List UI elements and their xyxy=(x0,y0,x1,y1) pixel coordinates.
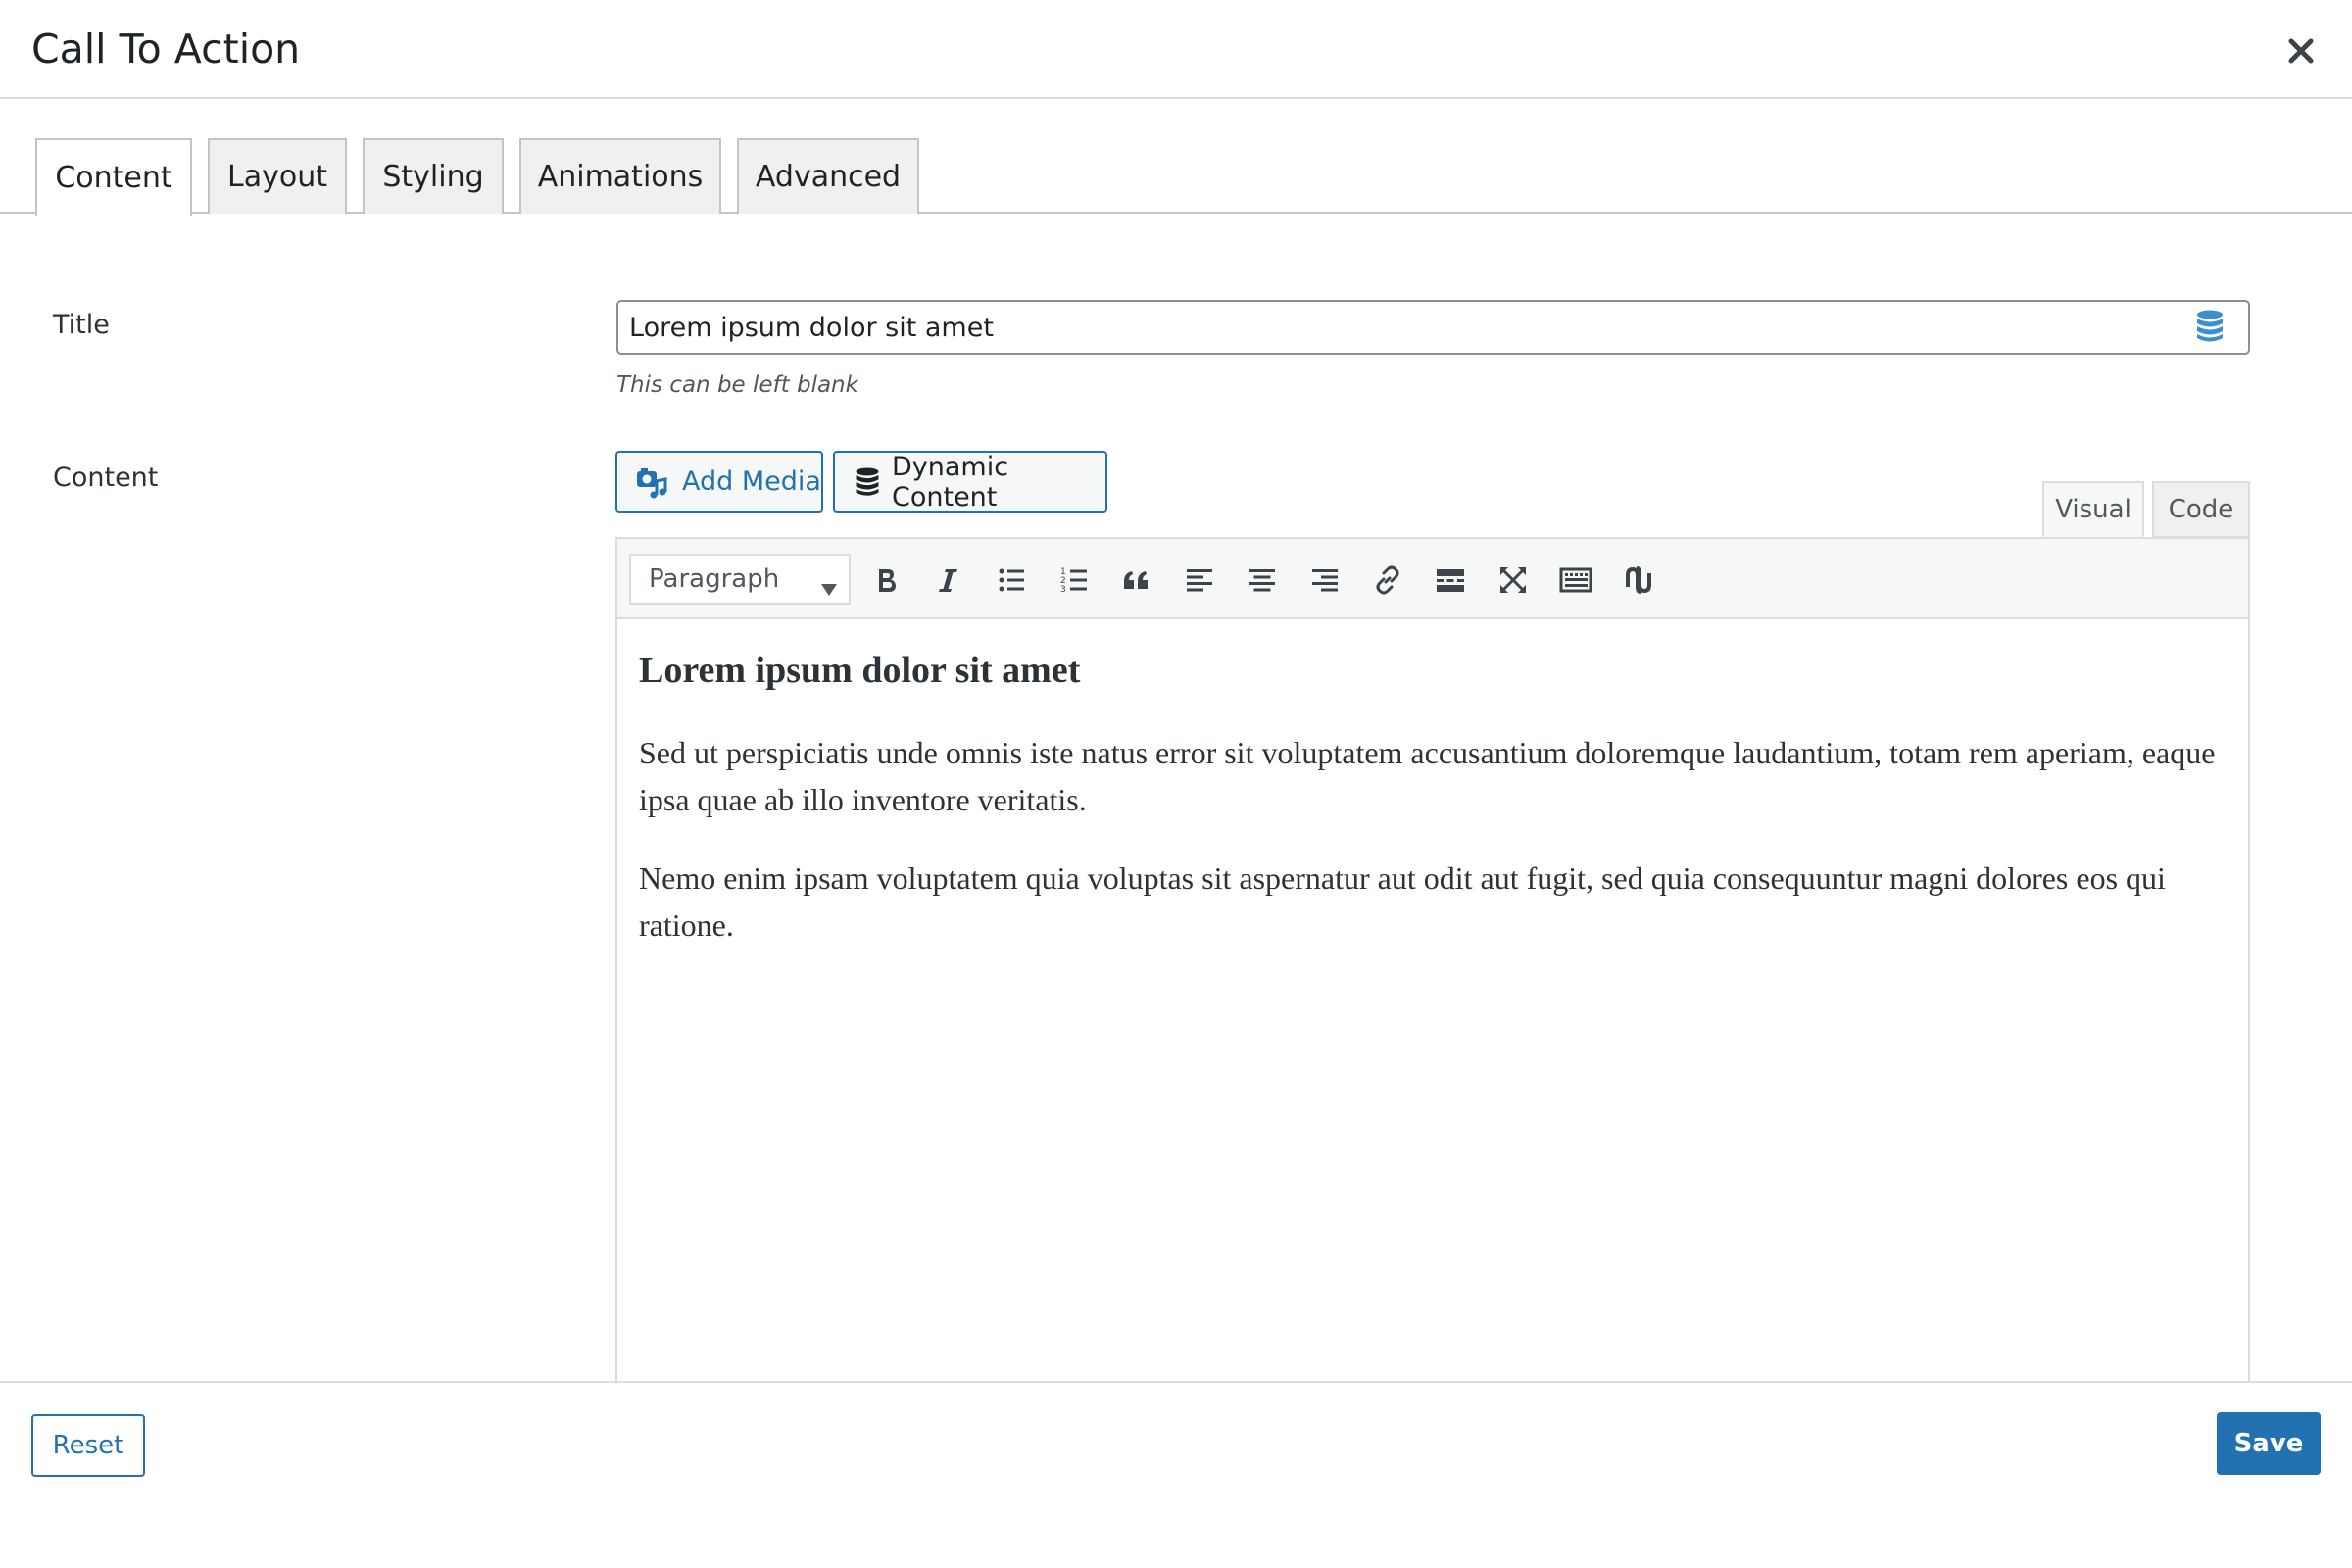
database-icon[interactable] xyxy=(2196,310,2224,343)
content-paragraph: Nemo enim ipsam voluptatem quia voluptas… xyxy=(639,860,2166,943)
editor-content[interactable]: Lorem ipsum dolor sit amet Sed ut perspi… xyxy=(639,649,2236,980)
tab-code[interactable]: Code xyxy=(2152,481,2250,538)
link-icon[interactable] xyxy=(1366,559,1409,602)
tab-advanced[interactable]: Advanced xyxy=(737,138,919,214)
tab-animations[interactable]: Animations xyxy=(519,138,721,214)
close-icon[interactable] xyxy=(2281,31,2321,71)
editor-toolbar: Paragraph 123 xyxy=(617,539,2248,619)
modal-title: Call To Action xyxy=(31,25,301,73)
tab-styling[interactable]: Styling xyxy=(363,138,504,214)
tab-content[interactable]: Content xyxy=(35,138,192,216)
read-more-icon[interactable] xyxy=(1429,559,1472,602)
shortcode-icon[interactable] xyxy=(1617,559,1660,602)
align-center-icon[interactable] xyxy=(1241,559,1284,602)
align-right-icon[interactable] xyxy=(1303,559,1347,602)
toolbar-toggle-icon[interactable] xyxy=(1554,559,1597,602)
tab-visual[interactable]: Visual xyxy=(2042,481,2144,538)
blockquote-icon[interactable] xyxy=(1115,559,1158,602)
svg-text:3: 3 xyxy=(1060,585,1066,595)
tab-layout[interactable]: Layout xyxy=(208,138,347,214)
content-heading: Lorem ipsum dolor sit amet xyxy=(639,650,1081,691)
bold-icon[interactable] xyxy=(864,559,907,602)
modal-footer: Reset Save xyxy=(0,1381,2352,1568)
title-label: Title xyxy=(53,310,110,340)
numbered-list-icon[interactable]: 123 xyxy=(1053,559,1096,602)
title-input-value: Lorem ipsum dolor sit amet xyxy=(629,312,994,343)
italic-icon[interactable] xyxy=(927,559,970,602)
add-media-icon xyxy=(635,466,668,499)
align-left-icon[interactable] xyxy=(1178,559,1221,602)
dynamic-content-button[interactable]: Dynamic Content xyxy=(833,451,1107,513)
tab-bar: Content Layout Styling Animations Advanc… xyxy=(0,138,2352,216)
bulleted-list-icon[interactable] xyxy=(990,559,1033,602)
dynamic-content-label: Dynamic Content xyxy=(892,451,1009,513)
modal-header: Call To Action xyxy=(0,0,2352,99)
add-media-label: Add Media xyxy=(682,466,821,497)
title-hint: This can be left blank xyxy=(616,372,858,398)
format-select-value: Paragraph xyxy=(649,564,780,594)
fullscreen-icon[interactable] xyxy=(1492,559,1535,602)
database-icon xyxy=(855,466,880,497)
title-input[interactable]: Lorem ipsum dolor sit amet xyxy=(616,300,2250,355)
content-label: Content xyxy=(53,463,159,493)
content-paragraph: Sed ut perspiciatis unde omnis iste natu… xyxy=(639,735,2216,817)
add-media-button[interactable]: Add Media xyxy=(615,451,823,513)
format-select[interactable]: Paragraph xyxy=(629,554,851,605)
save-button[interactable]: Save xyxy=(2217,1412,2321,1475)
reset-button[interactable]: Reset xyxy=(31,1414,145,1477)
chevron-down-icon xyxy=(821,573,837,596)
